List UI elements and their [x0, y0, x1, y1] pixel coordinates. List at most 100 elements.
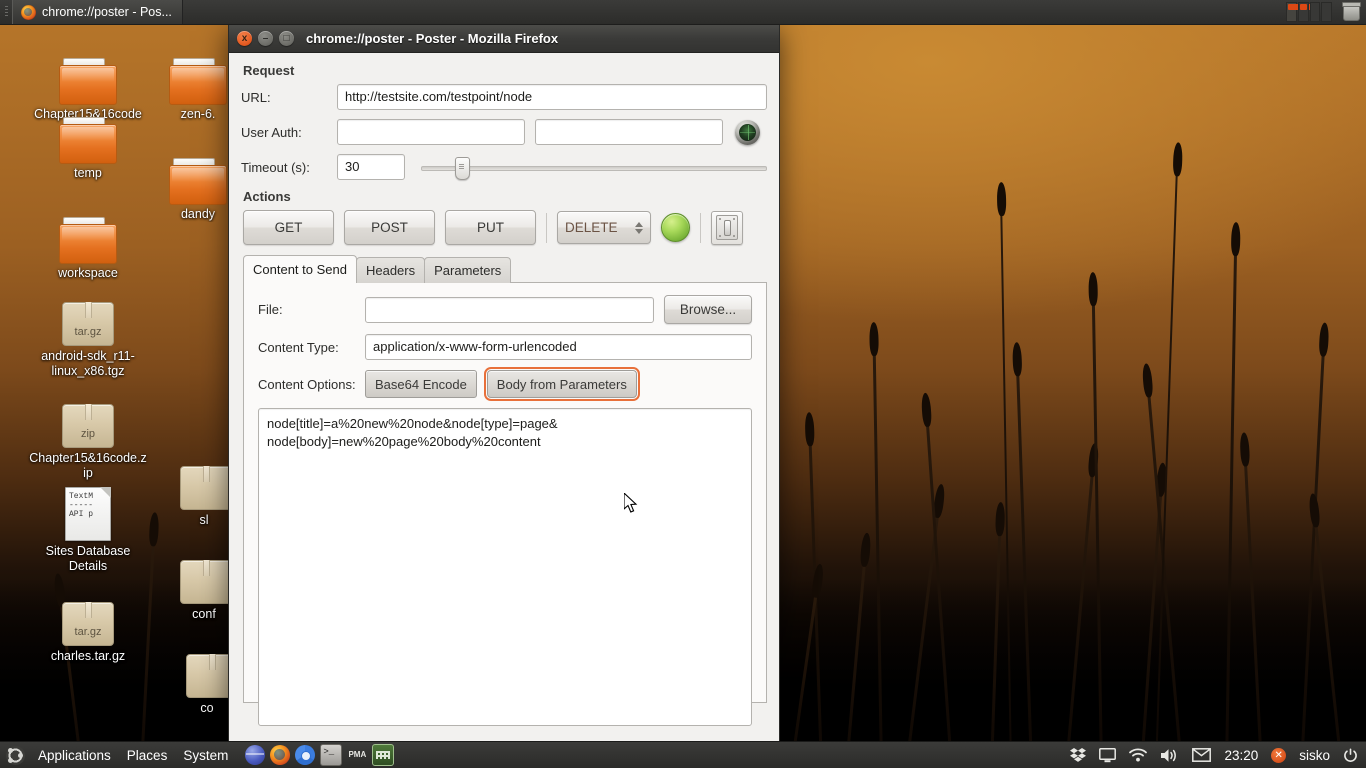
content-options-row: Content Options: Base64 Encode Body from… — [258, 367, 752, 401]
tab-content-to-send[interactable]: Content to Send — [243, 255, 357, 283]
folder-icon — [28, 46, 148, 105]
timeout-input[interactable]: 30 — [337, 154, 405, 180]
desktop-icon-chapter-zip[interactable]: zip Chapter15&16code.zip — [28, 390, 148, 481]
system-tray: 23:20 ✕ sisko — [1070, 742, 1366, 768]
radar-globe-icon[interactable] — [735, 119, 760, 145]
content-type-label: Content Type: — [258, 339, 339, 355]
auth-password-input[interactable] — [535, 119, 723, 145]
desktop-icon-conf-partial[interactable]: conf — [180, 546, 228, 622]
folder-icon — [28, 105, 148, 164]
content-type-row: Content Type: application/x-www-form-url… — [258, 334, 752, 360]
document-preview-text: TextM ----- API p — [69, 492, 94, 519]
light-switch-icon[interactable] — [711, 210, 743, 245]
browse-button[interactable]: Browse... — [664, 295, 752, 324]
maximize-icon[interactable]: □ — [279, 31, 294, 46]
go-button[interactable] — [661, 213, 690, 242]
dropbox-icon[interactable] — [1070, 747, 1087, 763]
desktop-icon-android-sdk[interactable]: tar.gz android-sdk_r11-linux_x86.tgz — [28, 288, 148, 379]
close-icon[interactable]: x — [237, 31, 252, 46]
desktop-icon-workspace[interactable]: workspace — [28, 205, 148, 281]
launcher-bar: PMA — [245, 744, 395, 766]
desktop-icon-label: Chapter15&16code.zip — [29, 451, 147, 480]
desktop-icon-charles-tar-gz[interactable]: tar.gz charles.tar.gz — [28, 588, 148, 664]
username-label[interactable]: sisko — [1299, 748, 1330, 763]
volume-icon[interactable] — [1160, 748, 1179, 763]
desktop-icon-temp[interactable]: temp — [28, 105, 148, 181]
file-input[interactable] — [365, 296, 654, 323]
poster-content: Request URL: http://testsite.com/testpoi… — [229, 53, 779, 743]
desktop-icon-sites-database-details[interactable]: TextM ----- API p Sites Database Details — [28, 483, 148, 574]
menu-system[interactable]: System — [176, 745, 235, 766]
desktop-icon-label: workspace — [58, 266, 118, 280]
slider-track — [421, 166, 767, 171]
ubuntu-logo-icon[interactable] — [6, 745, 25, 765]
workspace-2[interactable] — [1297, 2, 1309, 22]
workspace-1[interactable] — [1286, 2, 1314, 22]
desktop-icon-label: charles.tar.gz — [50, 649, 126, 663]
trash-icon[interactable] — [1340, 2, 1362, 22]
archive-icon: tar.gz — [28, 588, 148, 646]
content-to-send-panel: File: Browse... Content Type: applicatio… — [243, 282, 767, 726]
actions-row: GET POST PUT DELETE — [243, 210, 767, 245]
phpmyadmin-icon[interactable]: PMA — [347, 745, 367, 765]
content-options-label: Content Options: — [258, 376, 356, 392]
wifi-icon[interactable] — [1129, 748, 1148, 762]
archive-icon — [180, 546, 228, 604]
keyboard-icon[interactable] — [372, 744, 395, 766]
archive-ext-label: zip — [80, 428, 96, 440]
desktop-icon-co-partial[interactable]: co — [186, 640, 228, 716]
post-button[interactable]: POST — [344, 210, 435, 245]
window-titlebar[interactable]: x – □ chrome://poster - Poster - Mozilla… — [229, 25, 779, 53]
chrome-icon[interactable] — [295, 745, 316, 765]
user-status-icon[interactable]: ✕ — [1271, 747, 1287, 763]
archive-icon: tar.gz — [28, 288, 148, 346]
desktop-icon-label: zen-6. — [180, 107, 216, 121]
workspace-4[interactable] — [1321, 2, 1332, 22]
method-select[interactable]: DELETE — [557, 211, 651, 244]
toolbar-separator — [546, 212, 547, 243]
top-panel: chrome://poster - Pos... — [0, 0, 1366, 25]
power-icon[interactable] — [1343, 748, 1358, 763]
archive-icon — [180, 452, 228, 510]
workspace-switcher[interactable] — [1286, 2, 1332, 22]
put-button[interactable]: PUT — [445, 210, 536, 245]
method-select-value: DELETE — [565, 220, 618, 235]
firefox-icon[interactable] — [270, 745, 291, 765]
tab-headers[interactable]: Headers — [355, 257, 426, 283]
taskbar-window-button[interactable]: chrome://poster - Pos... — [12, 0, 183, 24]
desktop-icon-sl-partial[interactable]: sl — [180, 452, 228, 528]
url-input[interactable]: http://testsite.com/testpoint/node — [337, 84, 767, 110]
desktop-icon-dandy-partial[interactable]: dandy — [168, 146, 228, 222]
menu-bar: Applications Places System PMA — [0, 744, 395, 766]
content-type-input[interactable]: application/x-www-form-urlencoded — [365, 334, 752, 360]
actions-section-title: Actions — [243, 189, 291, 204]
chevron-updown-icon — [635, 221, 643, 234]
menu-places[interactable]: Places — [120, 745, 175, 766]
request-body-textarea[interactable]: node[title]=a%20new%20node&node[type]=pa… — [258, 408, 752, 726]
globe-icon[interactable] — [245, 745, 266, 765]
desktop-icon-label: conf — [192, 607, 216, 621]
desktop-icon-zen-partial[interactable]: zen-6. — [168, 46, 228, 122]
tab-parameters[interactable]: Parameters — [424, 257, 512, 283]
workspace-3[interactable] — [1309, 2, 1321, 22]
menu-applications[interactable]: Applications — [31, 745, 118, 766]
clock[interactable]: 23:20 — [1224, 748, 1258, 763]
bottom-panel: Applications Places System PMA 23:20 ✕ — [0, 741, 1366, 768]
get-button[interactable]: GET — [243, 210, 334, 245]
file-label: File: — [258, 302, 283, 317]
minimize-icon[interactable]: – — [258, 31, 273, 46]
window-title: chrome://poster - Poster - Mozilla Firef… — [306, 31, 559, 46]
archive-icon — [186, 640, 228, 698]
slider-knob[interactable] — [455, 157, 470, 180]
body-from-parameters-button[interactable]: Body from Parameters — [483, 367, 640, 401]
desktop-icon-label: sl — [199, 513, 209, 527]
timeout-slider[interactable] — [421, 157, 767, 180]
display-icon[interactable] — [1099, 747, 1117, 763]
poster-window: x – □ chrome://poster - Poster - Mozilla… — [228, 25, 780, 744]
base64-encode-button[interactable]: Base64 Encode — [365, 370, 477, 398]
auth-username-input[interactable] — [337, 119, 525, 145]
terminal-icon[interactable] — [320, 744, 343, 766]
desktop-icon-label: temp — [74, 166, 102, 180]
file-row: File: Browse... — [258, 295, 752, 324]
mail-icon[interactable] — [1192, 748, 1212, 762]
